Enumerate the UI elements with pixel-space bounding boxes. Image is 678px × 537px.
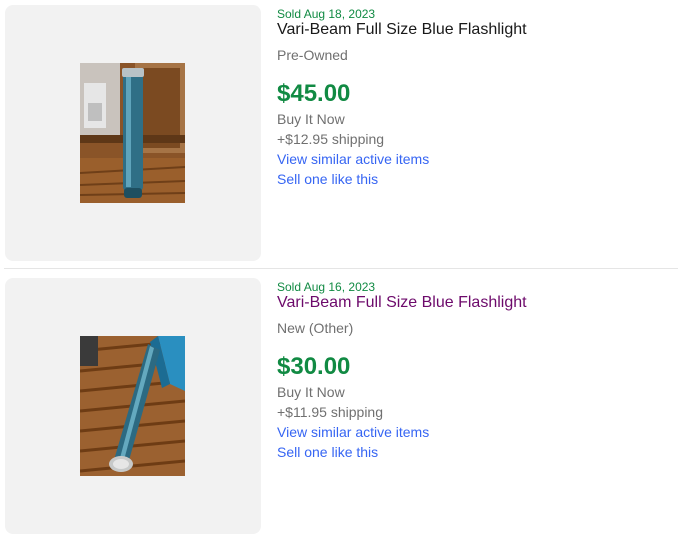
flashlight-diagonal-photo[interactable] (80, 336, 185, 476)
sold-price: $30.00 (277, 353, 351, 380)
item-condition: Pre-Owned (277, 47, 348, 63)
sold-date: Sold Aug 18, 2023 (277, 7, 376, 21)
purchase-format: Buy It Now (277, 384, 345, 400)
sell-one-like-this-link[interactable]: Sell one like this (277, 444, 378, 460)
listing-item: Sold Aug 16, 2023 Vari-Beam Full Size Bl… (0, 273, 678, 535)
listing-divider (4, 268, 678, 269)
item-image-container[interactable] (5, 278, 261, 534)
purchase-format: Buy It Now (277, 111, 345, 127)
listing-title[interactable]: Vari-Beam Full Size Blue Flashlight (277, 294, 527, 312)
listing-title[interactable]: Vari-Beam Full Size Blue Flashlight (277, 21, 527, 39)
flashlight-upright-photo[interactable] (80, 63, 185, 203)
item-condition: New (Other) (277, 320, 354, 336)
listing-item: Sold Aug 18, 2023 Vari-Beam Full Size Bl… (0, 0, 678, 262)
item-image-container[interactable] (5, 5, 261, 261)
view-similar-link[interactable]: View similar active items (277, 424, 429, 440)
sold-date: Sold Aug 16, 2023 (277, 280, 376, 294)
shipping-cost: +$11.95 shipping (277, 404, 383, 420)
view-similar-link[interactable]: View similar active items (277, 151, 429, 167)
sell-one-like-this-link[interactable]: Sell one like this (277, 171, 378, 187)
sold-price: $45.00 (277, 80, 351, 107)
shipping-cost: +$12.95 shipping (277, 131, 385, 147)
